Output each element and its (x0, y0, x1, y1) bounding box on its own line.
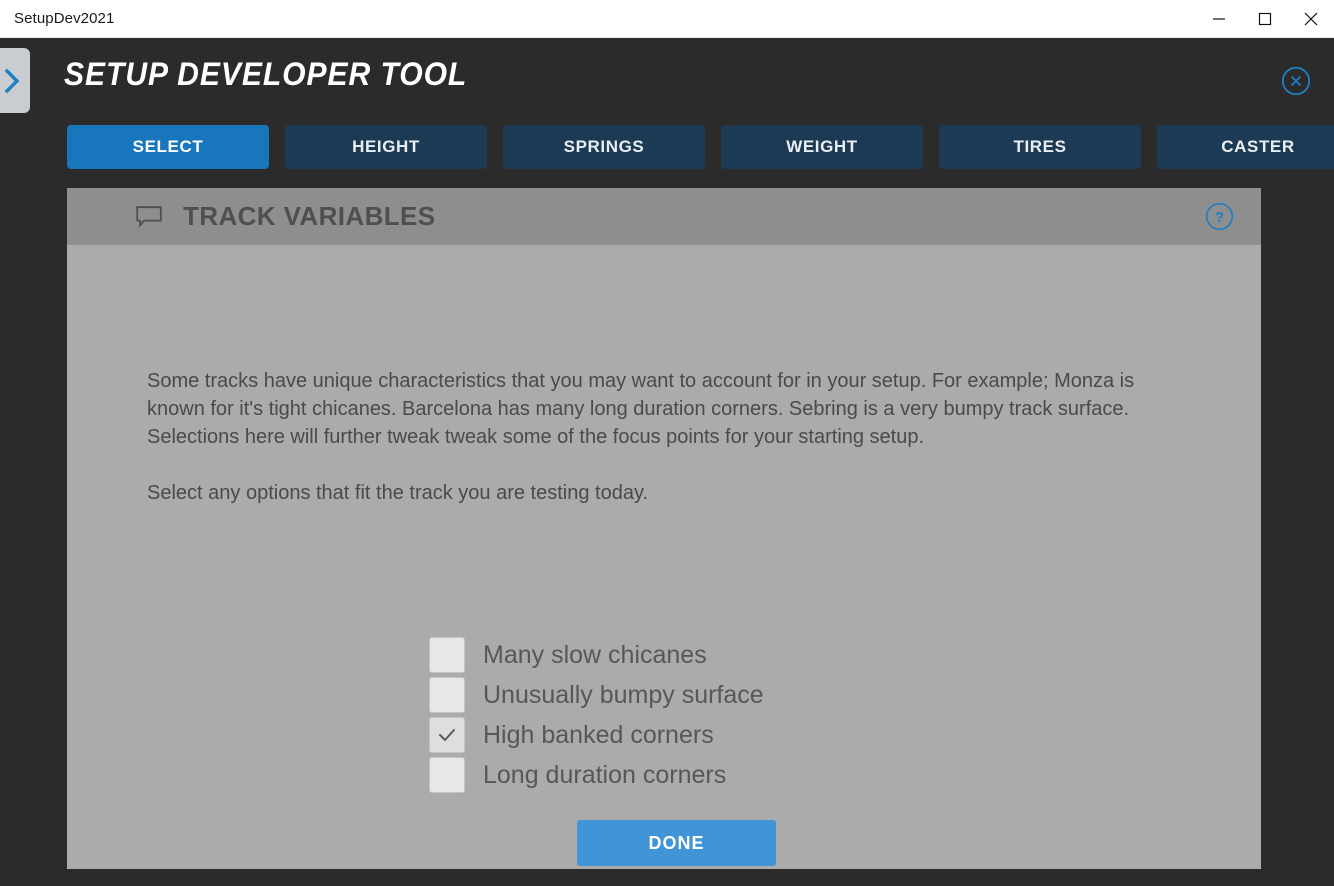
window-titlebar: SetupDev2021 (0, 0, 1334, 38)
close-icon (1303, 11, 1319, 27)
tab-tires[interactable]: TIRES (939, 125, 1141, 169)
tab-weight[interactable]: WEIGHT (721, 125, 923, 169)
panel-title: TRACK VARIABLES (183, 201, 436, 232)
tab-bar[interactable]: SELECT HEIGHT SPRINGS WEIGHT TIRES CASTER (67, 125, 1334, 169)
app-close-button[interactable] (1281, 66, 1311, 96)
window-title: SetupDev2021 (0, 10, 114, 27)
window-maximize-button[interactable] (1242, 0, 1288, 38)
minimize-icon (1212, 12, 1226, 26)
option-label: Long duration corners (483, 763, 726, 788)
track-variables-panel: TRACK VARIABLES ? Some tracks have uniqu… (67, 188, 1261, 869)
done-button[interactable]: DONE (577, 820, 776, 866)
option-label: Unusually bumpy surface (483, 683, 764, 708)
option-row[interactable]: High banked corners (429, 715, 764, 755)
circle-question-icon: ? (1205, 202, 1234, 231)
checkbox-unchecked[interactable] (429, 677, 465, 713)
svg-text:?: ? (1215, 209, 1224, 226)
comment-bubble-icon (135, 205, 163, 229)
tab-caster[interactable]: CASTER (1157, 125, 1334, 169)
option-label: Many slow chicanes (483, 643, 707, 668)
chevron-right-icon (1, 66, 23, 96)
option-row[interactable]: Long duration corners (429, 755, 764, 795)
maximize-icon (1258, 12, 1272, 26)
description-paragraph-1: Some tracks have unique characteristics … (147, 367, 1147, 451)
sidebar-expand-handle[interactable] (0, 48, 30, 113)
tab-springs[interactable]: SPRINGS (503, 125, 705, 169)
checkbox-unchecked[interactable] (429, 637, 465, 673)
option-row[interactable]: Unusually bumpy surface (429, 675, 764, 715)
option-row[interactable]: Many slow chicanes (429, 635, 764, 675)
checkbox-unchecked[interactable] (429, 757, 465, 793)
checkbox-checked[interactable] (429, 717, 465, 753)
help-button[interactable]: ? (1205, 202, 1234, 231)
window-close-button[interactable] (1288, 0, 1334, 38)
option-label: High banked corners (483, 723, 714, 748)
checkmark-icon (436, 724, 458, 746)
circle-x-icon (1281, 66, 1311, 96)
panel-header: TRACK VARIABLES ? (67, 188, 1261, 245)
track-variable-options: Many slow chicanes Unusually bumpy surfac… (429, 635, 764, 795)
description-paragraph-2: Select any options that fit the track yo… (147, 479, 1147, 507)
tab-select[interactable]: SELECT (67, 125, 269, 169)
tab-height[interactable]: HEIGHT (285, 125, 487, 169)
panel-body: Some tracks have unique characteristics … (67, 245, 1261, 869)
app-title: SETUP DEVELOPER TOOL (64, 56, 467, 93)
window-minimize-button[interactable] (1196, 0, 1242, 38)
application-window: SETUP DEVELOPER TOOL SELECT HEIGHT SPRINGS… (0, 38, 1334, 886)
